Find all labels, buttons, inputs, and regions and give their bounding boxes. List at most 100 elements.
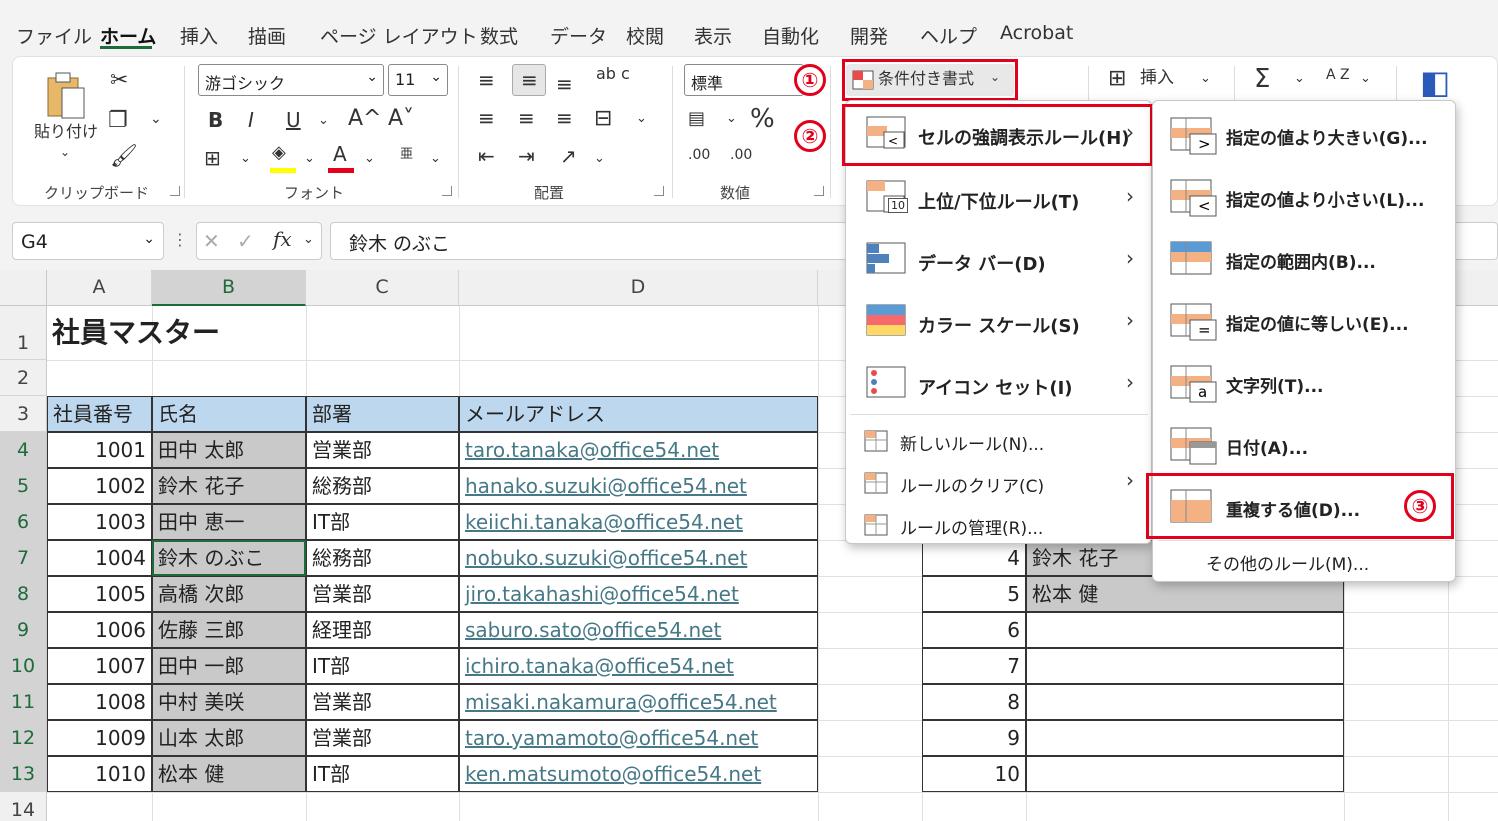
name-cell[interactable]: 田中 恵一 — [152, 504, 306, 540]
email-link[interactable]: nobuko.suzuki@office54.net — [459, 540, 818, 576]
font-color-button[interactable]: A — [328, 144, 354, 174]
side-name-cell[interactable] — [1026, 612, 1344, 648]
dialog-launcher-icon[interactable] — [814, 186, 824, 196]
header-cell[interactable]: メールアドレス — [459, 396, 818, 432]
tab-view[interactable]: 表示 — [694, 22, 732, 49]
side-number-cell[interactable]: 7 — [922, 648, 1026, 684]
submenu-item[interactable]: = 指定の値に等しい(E)... — [1156, 290, 1452, 350]
name-cell[interactable]: 高橋 次郎 — [152, 576, 306, 612]
menu-item[interactable]: 新しいルール(N)... — [850, 424, 1148, 460]
chevron-down-icon[interactable]: ⌄ — [240, 152, 251, 165]
submenu-item[interactable]: 日付(A)... — [1156, 414, 1452, 474]
dialog-launcher-icon[interactable] — [442, 186, 452, 196]
email-link[interactable]: taro.yamamoto@office54.net — [459, 720, 818, 756]
more-icon[interactable]: ⋮ — [172, 232, 188, 248]
row-header[interactable]: 8 — [0, 576, 47, 612]
borders-icon[interactable]: ⊞ — [204, 148, 221, 168]
menu-item[interactable]: カラー スケール(S) › — [850, 292, 1148, 352]
employee-id-cell[interactable]: 1007 — [47, 648, 152, 684]
name-cell[interactable]: 松本 健 — [152, 756, 306, 792]
employee-id-cell[interactable]: 1004 — [47, 540, 152, 576]
accounting-format-icon[interactable]: ▤ — [688, 110, 705, 128]
email-link[interactable]: saburo.sato@office54.net — [459, 612, 818, 648]
row-header[interactable]: 5 — [0, 468, 47, 504]
align-center-icon[interactable]: ≡ — [518, 108, 535, 128]
cut-icon[interactable]: ✂ — [110, 70, 128, 92]
submenu-item[interactable]: > 指定の値より大きい(G)... — [1156, 104, 1452, 164]
align-top-icon[interactable]: ≡ — [478, 70, 495, 90]
tab-draw[interactable]: 描画 — [248, 22, 286, 49]
chevron-down-icon[interactable]: ⌄ — [726, 112, 737, 125]
chevron-down-icon[interactable]: ⌄ — [150, 112, 162, 126]
tab-formulas[interactable]: 数式 — [480, 22, 518, 49]
chevron-down-icon[interactable]: ⌄ — [1360, 72, 1371, 85]
decrease-indent-icon[interactable]: ⇤ — [478, 146, 495, 166]
paste-button[interactable]: 貼り付け ⌄ — [30, 66, 100, 166]
menu-item[interactable]: アイコン セット(I) › — [850, 354, 1148, 414]
department-cell[interactable]: IT部 — [306, 648, 459, 684]
name-cell[interactable]: 鈴木 花子 — [152, 468, 306, 504]
increase-decimal-button[interactable]: .00 — [688, 148, 710, 162]
submenu-item[interactable]: < 指定の値より小さい(L)... — [1156, 166, 1452, 226]
wrap-text-button[interactable]: ab c — [596, 66, 630, 82]
department-cell[interactable]: 総務部 — [306, 540, 459, 576]
menu-item[interactable]: 10 上位/下位ルール(T) › — [850, 168, 1148, 228]
row-header[interactable]: 14 — [0, 792, 47, 821]
menu-item[interactable]: データ バー(D) › — [850, 230, 1148, 290]
department-cell[interactable]: 営業部 — [306, 684, 459, 720]
employee-id-cell[interactable]: 1005 — [47, 576, 152, 612]
row-header[interactable]: 10 — [0, 648, 47, 684]
department-cell[interactable]: 総務部 — [306, 468, 459, 504]
row-header[interactable]: 6 — [0, 504, 47, 540]
row-header[interactable]: 3 — [0, 396, 47, 432]
autosum-button[interactable]: Σ — [1254, 66, 1270, 92]
side-name-cell[interactable] — [1026, 684, 1344, 720]
side-number-cell[interactable]: 4 — [922, 540, 1026, 576]
tab-acrobat[interactable]: Acrobat — [1000, 22, 1073, 44]
email-link[interactable]: hanako.suzuki@office54.net — [459, 468, 818, 504]
menu-item[interactable]: ルールのクリア(C) › — [850, 466, 1148, 502]
column-header-d[interactable]: D — [459, 270, 818, 306]
format-painter-icon[interactable]: 🖌 — [110, 146, 138, 168]
decrease-decimal-button[interactable]: .00 — [730, 148, 752, 162]
bold-button[interactable]: B — [208, 110, 223, 130]
tab-file[interactable]: ファイル — [16, 22, 92, 49]
chevron-down-icon[interactable]: ⌄ — [1294, 72, 1305, 85]
side-name-cell[interactable] — [1026, 648, 1344, 684]
column-header-a[interactable]: A — [47, 270, 152, 306]
side-number-cell[interactable]: 8 — [922, 684, 1026, 720]
analyze-data-icon[interactable]: ◧ — [1420, 66, 1450, 98]
email-link[interactable]: jiro.takahashi@office54.net — [459, 576, 818, 612]
align-middle-button[interactable]: ≡ — [512, 64, 546, 96]
department-cell[interactable]: IT部 — [306, 504, 459, 540]
side-name-cell[interactable] — [1026, 720, 1344, 756]
department-cell[interactable]: 営業部 — [306, 432, 459, 468]
name-cell[interactable]: 鈴木 のぶこ — [152, 540, 306, 576]
font-name-select[interactable]: 游ゴシック ⌄ — [198, 64, 384, 96]
header-cell[interactable]: 社員番号 — [47, 396, 152, 432]
number-format-select[interactable]: 標準 — [684, 64, 804, 96]
align-right-icon[interactable]: ≡ — [556, 108, 573, 128]
phonetic-guide-button[interactable]: 亜 — [400, 148, 413, 161]
column-header-c[interactable]: C — [306, 270, 459, 306]
copy-icon[interactable]: ❐ — [108, 110, 128, 132]
increase-indent-icon[interactable]: ⇥ — [518, 146, 535, 166]
department-cell[interactable]: 営業部 — [306, 720, 459, 756]
employee-id-cell[interactable]: 1009 — [47, 720, 152, 756]
chevron-down-icon[interactable]: ⌄ — [303, 233, 314, 246]
align-bottom-icon[interactable]: ≡ — [556, 74, 573, 94]
orientation-icon[interactable]: ↗ — [560, 146, 577, 166]
chevron-down-icon[interactable]: ⌄ — [594, 152, 605, 165]
dialog-launcher-icon[interactable] — [654, 186, 664, 196]
tab-page-layout[interactable]: ページ レイアウト — [320, 22, 478, 49]
row-header[interactable]: 7 — [0, 540, 47, 576]
row-header[interactable]: 4 — [0, 432, 47, 468]
underline-button[interactable]: U — [286, 110, 301, 130]
cancel-icon[interactable]: ✕ — [203, 231, 220, 251]
tab-automate[interactable]: 自動化 — [762, 22, 819, 49]
row-header[interactable]: 9 — [0, 612, 47, 648]
header-cell[interactable]: 氏名 — [152, 396, 306, 432]
percent-style-button[interactable]: % — [750, 106, 775, 132]
chevron-down-icon[interactable]: ⌄ — [636, 112, 647, 125]
department-cell[interactable]: IT部 — [306, 756, 459, 792]
